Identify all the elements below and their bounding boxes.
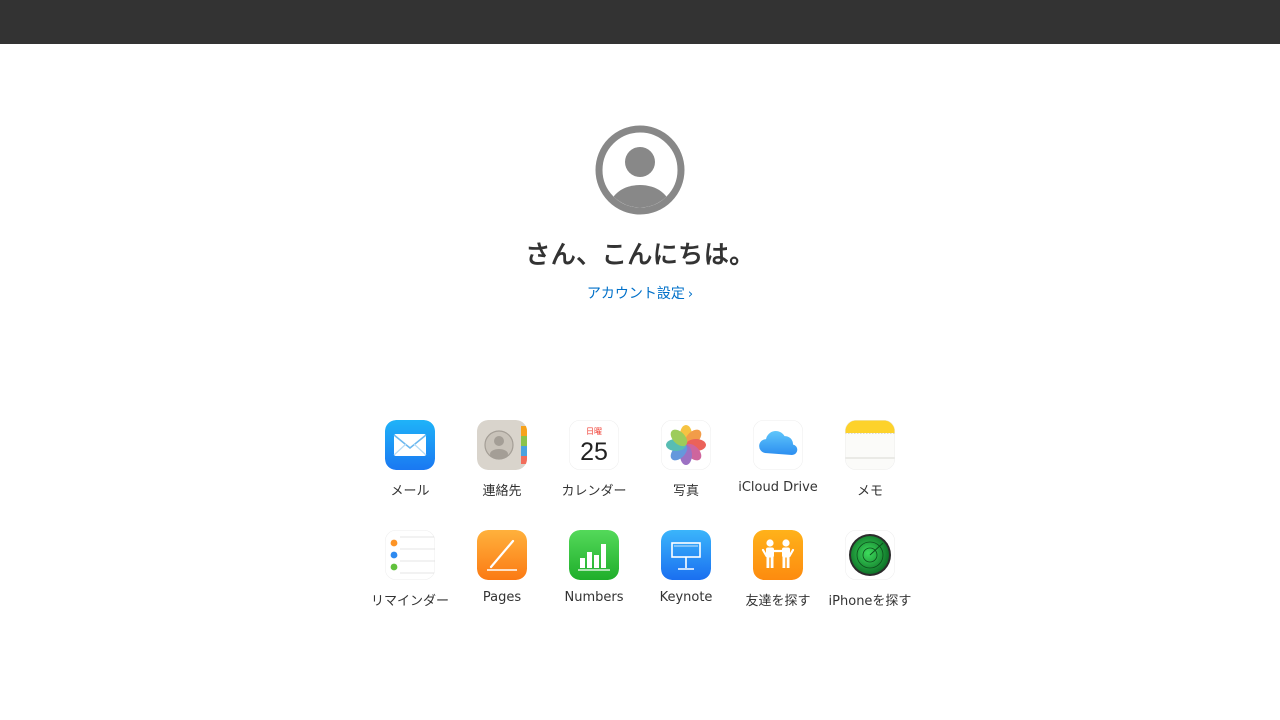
- greeting-title: さん、こんにちは。: [525, 240, 755, 269]
- contacts-icon: [477, 420, 527, 470]
- numbers-icon: [569, 530, 619, 580]
- top-bar: [0, 0, 1280, 44]
- mail-icon: [385, 420, 435, 470]
- calendar-day: 25: [580, 438, 608, 466]
- app-calendar[interactable]: 日曜 25 カレンダー: [548, 420, 640, 530]
- app-label: カレンダー: [561, 484, 627, 499]
- app-label: Numbers: [564, 590, 624, 605]
- app-label: iCloud Drive: [738, 480, 818, 495]
- calendar-icon: 日曜 25: [569, 420, 619, 470]
- app-label: 写真: [672, 484, 699, 499]
- app-pages[interactable]: Pages: [456, 530, 548, 640]
- app-icloud-drive[interactable]: iCloud Drive: [732, 420, 824, 530]
- app-numbers[interactable]: Numbers: [548, 530, 640, 640]
- app-reminders[interactable]: リマインダー: [364, 530, 456, 640]
- app-contacts[interactable]: 連絡先: [456, 420, 548, 530]
- app-label: Pages: [482, 590, 522, 605]
- chevron-right-icon: ›: [687, 287, 694, 302]
- app-keynote[interactable]: Keynote: [640, 530, 732, 640]
- app-label: メモ: [856, 484, 883, 499]
- app-notes[interactable]: メモ: [824, 420, 916, 530]
- photos-icon: [661, 420, 711, 470]
- icloud-drive-icon: [753, 420, 803, 470]
- welcome-section: さん、こんにちは。 アカウント設定 ›: [0, 125, 1280, 303]
- app-label: Keynote: [659, 590, 713, 605]
- app-label: iPhoneを探す: [828, 594, 912, 609]
- pages-icon: [477, 530, 527, 580]
- calendar-weekday: 日曜: [586, 427, 602, 436]
- app-label: メール: [390, 484, 430, 499]
- app-label: 友達を探す: [745, 594, 811, 609]
- app-photos[interactable]: 写真: [640, 420, 732, 530]
- app-label: リマインダー: [370, 594, 449, 609]
- reminders-icon: [385, 530, 435, 580]
- keynote-icon: [661, 530, 711, 580]
- app-grid: メール 連絡先 日曜 25 カレンダー 写真 iCloud Drive メモ リ…: [364, 420, 916, 640]
- app-find-iphone[interactable]: iPhoneを探す: [824, 530, 916, 640]
- account-settings-label: アカウント設定: [586, 286, 685, 302]
- user-avatar-icon[interactable]: [595, 125, 685, 215]
- app-find-friends[interactable]: 友達を探す: [732, 530, 824, 640]
- app-label: 連絡先: [482, 484, 522, 499]
- account-settings-link[interactable]: アカウント設定 ›: [587, 283, 693, 303]
- find-friends-icon: [753, 530, 803, 580]
- app-mail[interactable]: メール: [364, 420, 456, 530]
- notes-icon: [845, 420, 895, 470]
- find-iphone-icon: [845, 530, 895, 580]
